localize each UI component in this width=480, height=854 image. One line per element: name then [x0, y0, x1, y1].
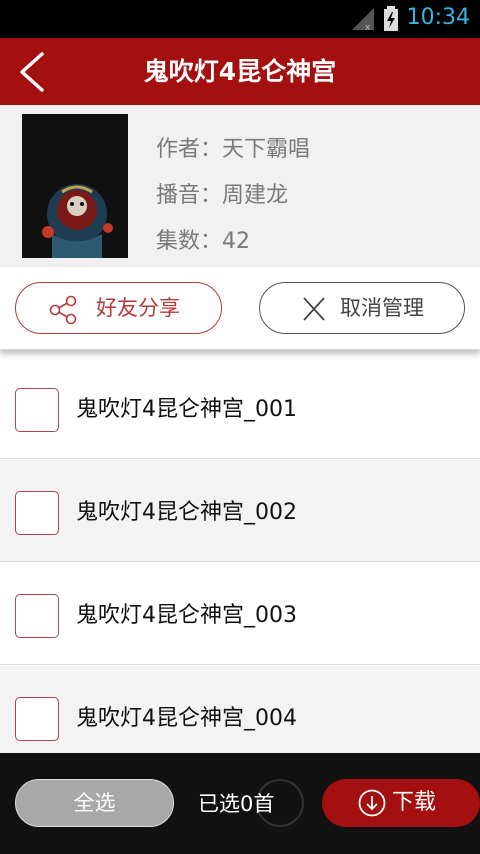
book-cover	[22, 114, 128, 258]
selected-count: 已选0首	[198, 792, 275, 816]
status-bar: x 10:34	[0, 0, 480, 38]
checkbox[interactable]	[15, 491, 59, 535]
cancel-manage-button[interactable]: 取消管理	[259, 282, 465, 334]
select-all-button[interactable]: 全选	[15, 779, 174, 827]
checkbox[interactable]	[15, 388, 59, 432]
episode-list: 鬼吹灯4昆仑神宫_001 鬼吹灯4昆仑神宫_002 鬼吹灯4昆仑神宫_003 鬼…	[0, 357, 480, 753]
download-label: 下载	[392, 790, 437, 815]
cover-artwork	[22, 114, 128, 258]
bottom-bar: 全选 已选0首 下载	[0, 753, 480, 854]
battery-icon	[384, 6, 398, 31]
share-label: 好友分享	[96, 296, 180, 320]
share-button[interactable]: 好友分享	[15, 282, 222, 334]
episode-title: 鬼吹灯4昆仑神宫_003	[76, 603, 297, 628]
list-item[interactable]: 鬼吹灯4昆仑神宫_002	[0, 460, 480, 562]
download-icon	[358, 789, 386, 817]
book-info-panel: 作者：天下霸唱 播音：周建龙 集数：42	[0, 105, 480, 267]
episode-count-text: 集数：42	[156, 229, 250, 254]
episode-title: 鬼吹灯4昆仑神宫_002	[76, 500, 297, 525]
clock: 10:34	[406, 5, 470, 30]
app-header: 鬼吹灯4昆仑神宫	[0, 38, 480, 105]
narrator-text: 播音：周建龙	[156, 183, 289, 208]
cancel-manage-label: 取消管理	[340, 296, 424, 320]
action-bar: 好友分享 取消管理	[0, 267, 480, 350]
episode-title: 鬼吹灯4昆仑神宫_004	[76, 706, 297, 731]
svg-text:x: x	[365, 23, 371, 32]
list-item[interactable]: 鬼吹灯4昆仑神宫_003	[0, 563, 480, 665]
close-icon	[303, 297, 325, 321]
author-text: 作者：天下霸唱	[156, 137, 311, 162]
list-item[interactable]: 鬼吹灯4昆仑神宫_004	[0, 666, 480, 753]
page-title: 鬼吹灯4昆仑神宫	[143, 57, 337, 86]
checkbox[interactable]	[15, 594, 59, 638]
list-item[interactable]: 鬼吹灯4昆仑神宫_001	[0, 357, 480, 459]
download-button[interactable]: 下载	[322, 779, 480, 827]
signal-icon: x	[352, 8, 374, 32]
share-icon	[49, 295, 77, 325]
episode-title: 鬼吹灯4昆仑神宫_001	[76, 397, 297, 422]
checkbox[interactable]	[15, 697, 59, 741]
